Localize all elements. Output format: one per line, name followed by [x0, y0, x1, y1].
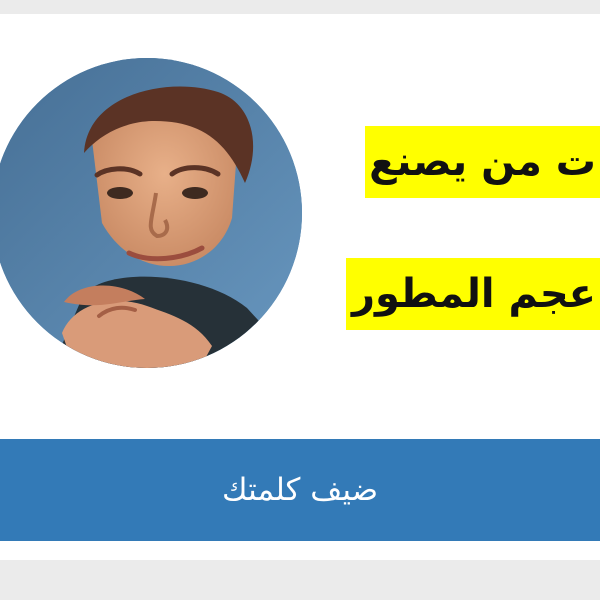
promo-line-1: ت من يصنع: [365, 126, 600, 198]
promo-card: ت من يصنع عجم المطور ضيف كلمتك: [0, 14, 600, 560]
portrait-image: [0, 58, 302, 368]
promo-line-2: عجم المطور: [345, 258, 600, 330]
portrait-illustration: [0, 58, 302, 368]
add-your-word-button[interactable]: ضيف كلمتك: [0, 439, 600, 541]
page: ت من يصنع عجم المطور ضيف كلمتك: [0, 0, 600, 600]
